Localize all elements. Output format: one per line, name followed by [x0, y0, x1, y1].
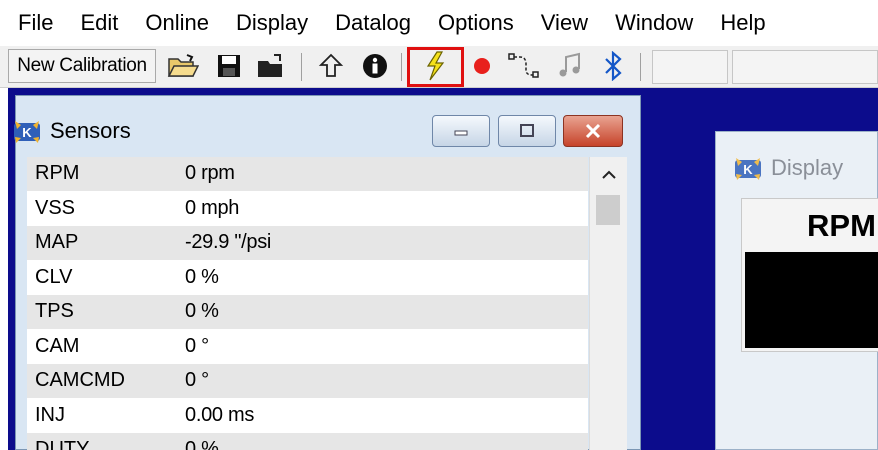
- toolbar-separator: [301, 53, 302, 81]
- table-row[interactable]: CLV 0 %: [27, 260, 588, 295]
- sensor-name: TPS: [35, 300, 74, 323]
- info-icon[interactable]: [358, 49, 392, 83]
- toolbar-separator: [640, 53, 641, 81]
- menu-options[interactable]: Options: [438, 0, 514, 46]
- toolbar-separator: [401, 53, 402, 81]
- open-folder-icon[interactable]: [166, 49, 200, 83]
- sensor-scrollbar[interactable]: [589, 157, 627, 450]
- table-row[interactable]: MAP -29.9 "/psi: [27, 226, 588, 261]
- table-row[interactable]: TPS 0 %: [27, 295, 588, 330]
- sensor-value: 0 mph: [185, 196, 240, 219]
- sensor-value: 0 %: [185, 300, 219, 323]
- sensor-value: 0 °: [185, 369, 209, 392]
- scroll-thumb[interactable]: [596, 195, 620, 225]
- maximize-button[interactable]: [498, 115, 556, 147]
- table-row[interactable]: CAM 0 °: [27, 329, 588, 364]
- toolbar-field[interactable]: [652, 50, 728, 84]
- sensor-name: VSS: [35, 196, 76, 219]
- menu-display[interactable]: Display: [236, 0, 308, 46]
- toolbar: New Calibration: [0, 46, 878, 88]
- sensor-name: DUTY: [35, 438, 90, 450]
- gauge-readout: [745, 252, 878, 348]
- music-icon[interactable]: [553, 49, 587, 83]
- sensor-name: CAMCMD: [35, 369, 125, 392]
- sensor-table: RPM 0 rpm VSS 0 mph MAP -29.9 "/psi CLV …: [27, 157, 588, 450]
- sensor-value: 0 %: [185, 265, 219, 288]
- menu-view[interactable]: View: [541, 0, 588, 46]
- sensors-title-label: Sensors: [50, 118, 131, 143]
- sensor-value: 0 %: [185, 438, 219, 450]
- new-calibration-button[interactable]: New Calibration: [8, 49, 156, 83]
- close-button[interactable]: [563, 115, 623, 147]
- table-row[interactable]: INJ 0.00 ms: [27, 398, 588, 433]
- sensor-name: CAM: [35, 334, 80, 357]
- table-row[interactable]: CAMCMD 0 °: [27, 364, 588, 399]
- sensor-value: 0.00 ms: [185, 403, 255, 426]
- table-row[interactable]: DUTY 0 %: [27, 433, 588, 450]
- display-window-title: K Display: [733, 154, 843, 182]
- sensor-value: 0 rpm: [185, 162, 235, 185]
- sensors-window-title: K Sensors: [12, 117, 131, 145]
- record-icon[interactable]: [465, 49, 499, 83]
- sensor-name: CLV: [35, 265, 73, 288]
- app-logo-icon: K: [733, 154, 763, 182]
- menu-help[interactable]: Help: [720, 0, 765, 46]
- route-icon[interactable]: [506, 49, 540, 83]
- sensor-name: INJ: [35, 403, 65, 426]
- menu-bar: File Edit Online Display Datalog Options…: [0, 0, 878, 46]
- svg-text:K: K: [22, 125, 32, 140]
- connect-lightning-icon[interactable]: [419, 49, 453, 83]
- menu-online[interactable]: Online: [145, 0, 209, 46]
- upload-arrow-icon[interactable]: [314, 49, 348, 83]
- table-row[interactable]: RPM 0 rpm: [27, 157, 588, 192]
- open-icon[interactable]: [254, 49, 288, 83]
- sensor-name: MAP: [35, 231, 79, 254]
- toolbar-field[interactable]: [732, 50, 878, 84]
- bluetooth-icon[interactable]: [596, 49, 630, 83]
- sensor-value: -29.9 "/psi: [185, 231, 272, 254]
- sensor-name: RPM: [35, 162, 80, 185]
- menu-datalog[interactable]: Datalog: [335, 0, 411, 46]
- scroll-up-button[interactable]: [590, 157, 627, 193]
- menu-edit[interactable]: Edit: [80, 0, 118, 46]
- sensor-value: 0 °: [185, 334, 209, 357]
- display-title-label: Display: [771, 155, 844, 180]
- menu-file[interactable]: File: [18, 0, 53, 46]
- svg-text:K: K: [743, 162, 753, 177]
- chevron-up-icon: [601, 170, 616, 179]
- table-row[interactable]: VSS 0 mph: [27, 191, 588, 226]
- app-logo-icon: K: [12, 117, 42, 145]
- save-icon[interactable]: [212, 49, 246, 83]
- menu-window[interactable]: Window: [615, 0, 693, 46]
- minimize-button[interactable]: [432, 115, 490, 147]
- gauge-label: RPM: [807, 208, 876, 243]
